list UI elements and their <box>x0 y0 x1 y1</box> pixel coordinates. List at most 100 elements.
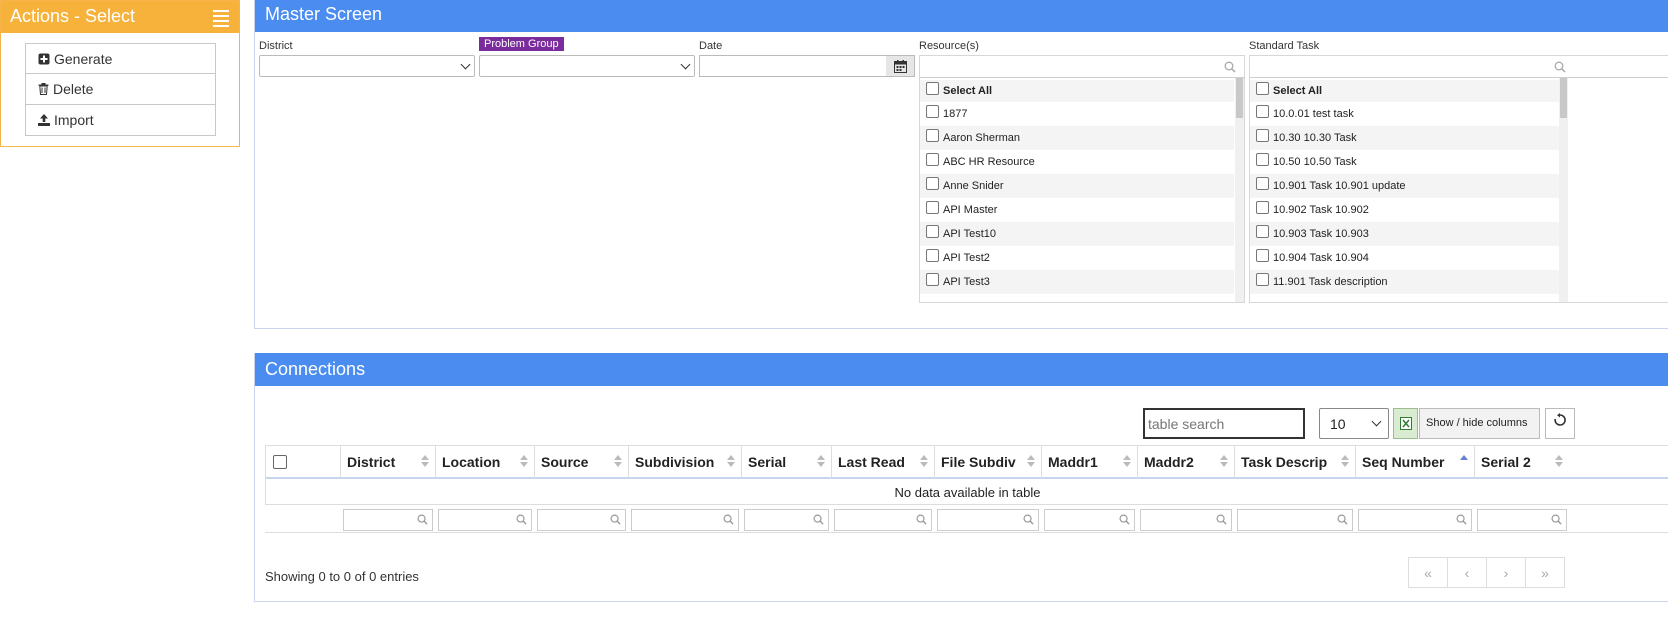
previous-page-button[interactable]: ‹ <box>1447 557 1487 588</box>
standard-task-item[interactable]: 10.903 Task 10.903 <box>1250 222 1564 246</box>
checkbox[interactable] <box>1256 152 1269 166</box>
delete-button[interactable]: Delete <box>25 74 216 105</box>
checkbox[interactable] <box>926 224 939 238</box>
column-header-task-descrip[interactable]: Task Descrip <box>1234 446 1355 479</box>
checkbox[interactable] <box>1256 81 1269 95</box>
column-header-seq-number[interactable]: Seq Number <box>1355 446 1474 479</box>
checkbox[interactable] <box>1256 224 1269 238</box>
column-header-maddr1[interactable]: Maddr1 <box>1041 446 1137 479</box>
chevron-down-icon <box>680 59 691 70</box>
resource-item[interactable]: ABC HR Resource <box>920 150 1234 174</box>
page-size-select[interactable]: 10 <box>1319 408 1389 439</box>
column-header-file-subdiv[interactable]: File Subdiv <box>934 446 1041 479</box>
filter-input-district[interactable] <box>343 509 433 531</box>
filter-input-file-subdiv[interactable] <box>937 509 1039 531</box>
column-header-subdivision[interactable]: Subdivision <box>628 446 741 479</box>
standard-task-item[interactable]: 10.50 10.50 Task <box>1250 150 1564 174</box>
resource-item[interactable]: API Test10 <box>920 222 1234 246</box>
resource-item[interactable]: 1877 <box>920 102 1234 126</box>
column-header-maddr2[interactable]: Maddr2 <box>1137 446 1234 479</box>
task-label: 11.901 Task description <box>1273 276 1388 288</box>
excel-export-button[interactable] <box>1393 408 1418 439</box>
search-icon <box>1456 514 1467 525</box>
checkbox[interactable] <box>926 176 939 190</box>
standard-task-item[interactable]: 10.30 10.30 Task <box>1250 126 1564 150</box>
filter-input-last-read[interactable] <box>834 509 932 531</box>
checkbox[interactable] <box>1256 248 1269 262</box>
column-header-location[interactable]: Location <box>435 446 534 479</box>
filter-input-location[interactable] <box>438 509 532 531</box>
district-select[interactable] <box>259 55 475 77</box>
checkbox[interactable] <box>1256 272 1269 286</box>
table-search-input[interactable] <box>1143 408 1305 439</box>
checkbox[interactable] <box>926 200 939 214</box>
generate-button[interactable]: Generate <box>25 43 216 74</box>
resource-item[interactable]: Anne Snider <box>920 174 1234 198</box>
column-header-last-read[interactable]: Last Read <box>831 446 934 479</box>
problem-group-select[interactable] <box>479 55 695 77</box>
checkbox[interactable] <box>1256 128 1269 142</box>
checkbox[interactable] <box>926 248 939 262</box>
plus-square-icon <box>38 53 50 64</box>
resources-scrollbar[interactable] <box>1235 78 1244 302</box>
scroll-thumb[interactable] <box>1560 78 1567 118</box>
filter-input-serial[interactable] <box>744 509 829 531</box>
resources-select-all[interactable]: Select All <box>920 80 1234 102</box>
hamburger-menu-icon[interactable] <box>213 10 229 30</box>
resource-label: Anne Snider <box>943 180 1004 192</box>
column-header-serial[interactable]: Serial <box>741 446 831 479</box>
filter-input-subdivision[interactable] <box>631 509 739 531</box>
last-page-button[interactable]: » <box>1525 557 1565 588</box>
reset-button[interactable] <box>1545 408 1575 439</box>
empty-table-message: No data available in table <box>265 479 1668 505</box>
task-label: 10.902 Task 10.902 <box>1273 204 1369 216</box>
standard-task-item[interactable]: 10.0.01 test task <box>1250 102 1564 126</box>
standard-task-search-input[interactable] <box>1250 56 1668 78</box>
standard-task-select-all[interactable]: Select All <box>1250 80 1564 102</box>
next-page-button[interactable]: › <box>1486 557 1526 588</box>
checkbox[interactable] <box>926 81 939 95</box>
calendar-button[interactable] <box>886 56 914 76</box>
checkbox[interactable] <box>926 104 939 118</box>
resource-item[interactable]: Aaron Sherman <box>920 126 1234 150</box>
connections-panel: Connections 10 Show / hide columns Distr… <box>254 353 1668 602</box>
filter-input-source[interactable] <box>537 509 626 531</box>
search-icon <box>1224 61 1236 73</box>
resource-item[interactable]: API Master <box>920 198 1234 222</box>
column-header-district[interactable]: District <box>340 446 435 479</box>
first-page-button[interactable]: « <box>1408 557 1448 588</box>
resource-item[interactable]: API Test2 <box>920 246 1234 270</box>
checkbox[interactable] <box>926 152 939 166</box>
checkbox[interactable] <box>1256 104 1269 118</box>
standard-task-scrollbar[interactable] <box>1559 78 1568 302</box>
page-size-value: 10 <box>1330 416 1346 432</box>
task-label: 10.50 10.50 Task <box>1273 156 1357 168</box>
checkbox[interactable] <box>926 272 939 286</box>
scroll-thumb[interactable] <box>1236 78 1243 118</box>
checkbox[interactable] <box>926 128 939 142</box>
table-info-text: Showing 0 to 0 of 0 entries <box>265 569 419 584</box>
standard-task-item[interactable]: 11.901 Task description <box>1250 270 1564 294</box>
resources-search-input[interactable] <box>920 56 1244 78</box>
standard-task-item[interactable]: 10.902 Task 10.902 <box>1250 198 1564 222</box>
checkbox[interactable] <box>1256 200 1269 214</box>
column-header-serial-2[interactable]: Serial 2 <box>1474 446 1569 479</box>
filter-input-maddr1[interactable] <box>1044 509 1135 531</box>
search-icon <box>916 514 927 525</box>
resource-item[interactable]: API Test3 <box>920 270 1234 294</box>
filter-input-task-descrip[interactable] <box>1237 509 1353 531</box>
filter-input-maddr2[interactable] <box>1140 509 1232 531</box>
resource-label: API Master <box>943 204 998 216</box>
chevron-down-icon <box>460 59 471 70</box>
show-hide-columns-button[interactable]: Show / hide columns <box>1419 408 1540 439</box>
select-all-checkbox[interactable] <box>273 455 287 469</box>
search-icon <box>1554 61 1566 73</box>
filter-input-serial-2[interactable] <box>1477 509 1567 531</box>
import-button[interactable]: Import <box>25 105 216 136</box>
checkbox[interactable] <box>1256 176 1269 190</box>
standard-task-item[interactable]: 10.901 Task 10.901 update <box>1250 174 1564 198</box>
column-header-source[interactable]: Source <box>534 446 628 479</box>
standard-task-item[interactable]: 10.904 Task 10.904 <box>1250 246 1564 270</box>
filter-input-seq-number[interactable] <box>1358 509 1472 531</box>
date-input[interactable] <box>699 55 915 77</box>
